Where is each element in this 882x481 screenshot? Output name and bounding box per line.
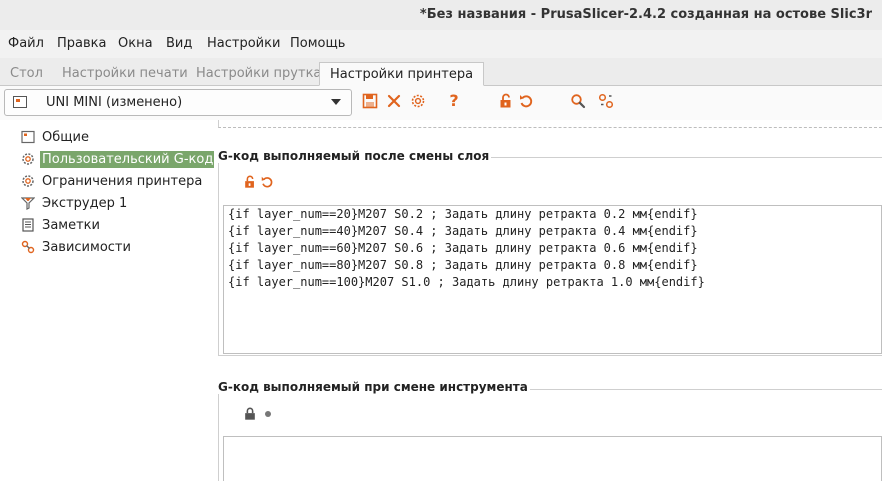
sidebar-item-notes[interactable]: Заметки [20, 215, 102, 235]
sidebar-item-machine-limits[interactable]: Ограничения принтера [20, 171, 204, 191]
section-title-after-layer-change: G-код выполняемый после смены слоя [218, 149, 492, 163]
sidebar-item-label: Заметки [42, 217, 100, 233]
window-title: *Без названия - PrusaSlicer-2.4.2 создан… [419, 7, 872, 22]
settings-page: G-код выполняемый после смены слоя {if l… [214, 120, 882, 481]
printer-icon [13, 96, 27, 108]
printer-icon [20, 129, 36, 145]
sidebar-item-general[interactable]: Общие [20, 127, 91, 147]
gear-icon [20, 173, 36, 189]
sidebar-item-extruder[interactable]: Экструдер 1 [20, 193, 129, 213]
code-line: {if layer_num==80}M207 S0.8 ; Задать дли… [228, 258, 698, 272]
menu-settings[interactable]: Настройки [207, 36, 280, 51]
printer-preset-select[interactable]: UNI MINI (изменено) [4, 89, 352, 116]
tab-filament-settings[interactable]: Настройки прутка [196, 62, 321, 86]
dot-icon [261, 406, 275, 422]
tab-printer-settings[interactable]: Настройки принтера [319, 62, 485, 86]
unlock-icon[interactable] [243, 174, 257, 190]
sidebar-item-custom-gcode[interactable]: Пользовательский G-код [20, 149, 216, 169]
after-layer-change-gcode-editor[interactable]: {if layer_num==20}M207 S0.2 ; Задать дли… [223, 205, 882, 354]
funnel-icon [20, 195, 36, 211]
code-line: {if layer_num==40}M207 S0.4 ; Задать дли… [228, 224, 698, 238]
menu-help[interactable]: Помощь [290, 36, 345, 51]
gear-icon [20, 151, 36, 167]
gear-icon[interactable] [408, 91, 428, 111]
previous-section-bottom [218, 120, 882, 128]
code-line: {if layer_num==60}M207 S0.6 ; Задать дли… [228, 241, 698, 255]
title-bar: *Без названия - PrusaSlicer-2.4.2 создан… [0, 0, 882, 30]
delete-icon[interactable] [384, 91, 404, 111]
code-line: {if layer_num==100}M207 S1.0 ; Задать дл… [228, 275, 705, 289]
tab-bar: Стол Настройки печати Настройки прутка Н… [0, 58, 882, 86]
tool-change-gcode-editor[interactable] [223, 436, 882, 481]
sidebar-item-label: Экструдер 1 [42, 195, 128, 211]
settings-tree: Общие Пользовательский G-код Ограничения… [0, 120, 216, 481]
menu-edit[interactable]: Правка [57, 36, 106, 51]
sidebar-item-label: Зависимости [42, 239, 131, 255]
save-icon[interactable] [360, 91, 380, 111]
section-title-tool-change: G-код выполняемый при смене инструмента [218, 380, 530, 394]
sidebar-item-label: Ограничения принтера [42, 173, 203, 189]
unlock-icon[interactable] [496, 91, 516, 111]
menu-file[interactable]: Файл [8, 36, 44, 51]
menu-window[interactable]: Окна [118, 36, 153, 51]
help-icon[interactable]: ? [444, 91, 464, 111]
lock-icon[interactable] [243, 406, 257, 422]
sidebar-item-dependencies[interactable]: Зависимости [20, 237, 133, 257]
tab-plater[interactable]: Стол [10, 62, 43, 86]
menu-bar: Файл Правка Окна Вид Настройки Помощь [0, 30, 882, 58]
chevron-down-icon [331, 99, 341, 105]
notes-icon [20, 217, 36, 233]
sidebar-item-label: Общие [42, 129, 89, 145]
menu-view[interactable]: Вид [166, 36, 192, 51]
undo-icon[interactable] [516, 91, 536, 111]
preset-name: UNI MINI (изменено) [46, 95, 183, 110]
preset-toolbar: UNI MINI (изменено) ? [0, 86, 882, 120]
compare-icon[interactable] [596, 91, 616, 111]
undo-icon[interactable] [260, 174, 274, 190]
search-icon[interactable] [568, 91, 588, 111]
code-line: {if layer_num==20}M207 S0.2 ; Задать дли… [228, 207, 698, 221]
dependencies-icon [20, 239, 36, 255]
sidebar-item-label: Пользовательский G-код [40, 150, 216, 168]
tab-print-settings[interactable]: Настройки печати [62, 62, 188, 86]
